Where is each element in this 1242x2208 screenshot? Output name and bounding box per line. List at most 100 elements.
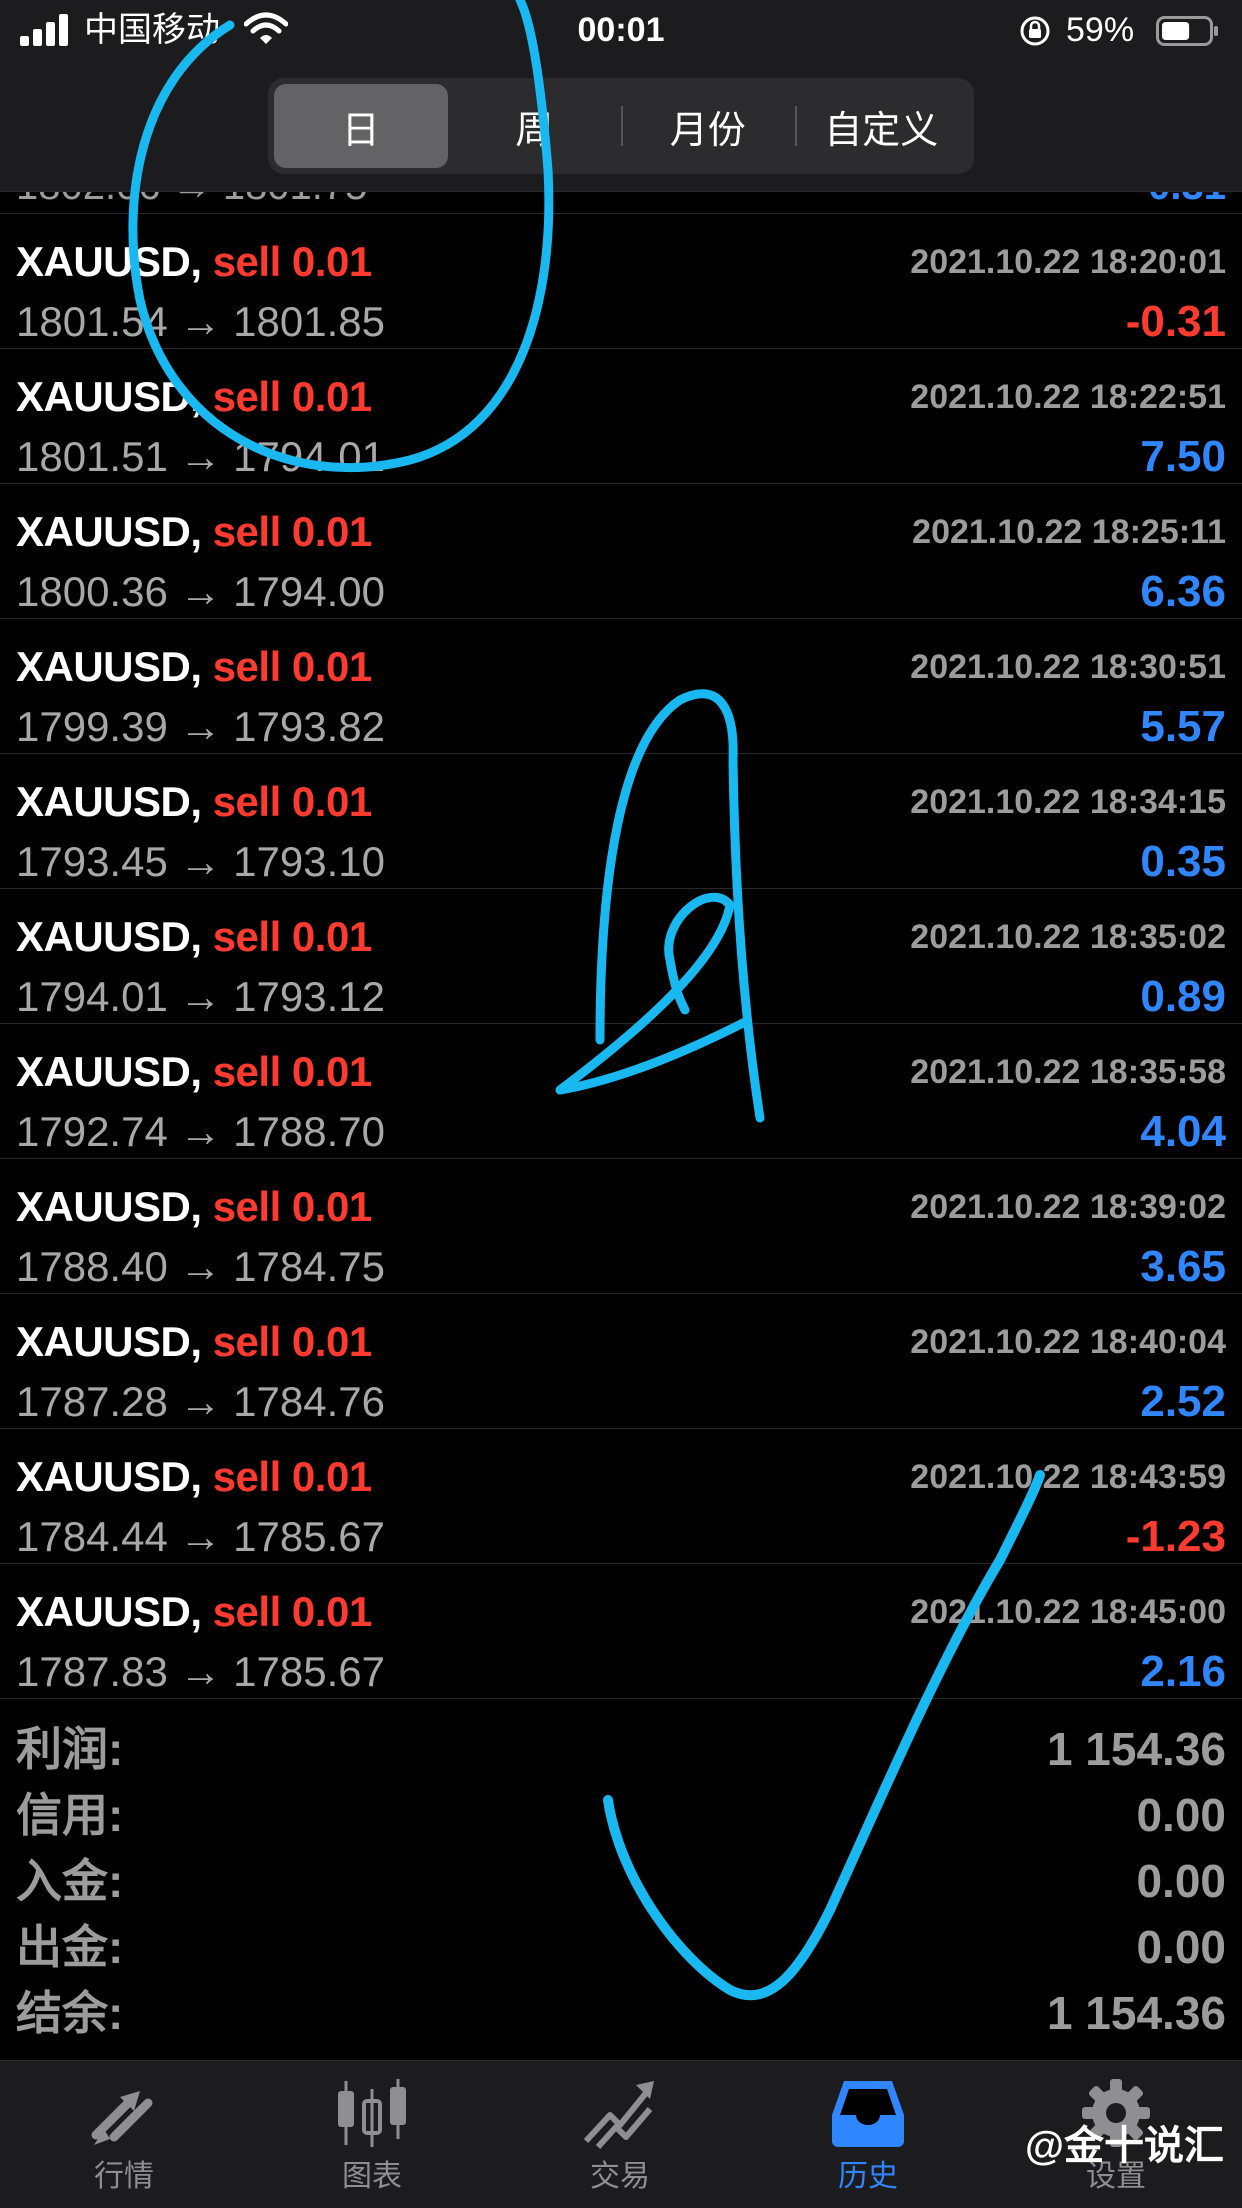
deal-prices: 1792.74 → 1788.70	[16, 1108, 385, 1155]
deal-time: 2021.10.22 18:22:51	[910, 378, 1226, 416]
table-row[interactable]: XAUUSD, sell 0.01 2021.10.22 18:43:59 1784…	[0, 1429, 1242, 1564]
table-row[interactable]: XAUUSD, sell 0.01 2021.10.22 18:35:02 1794…	[0, 889, 1242, 1024]
summary-credit-row: 信用: 0.00	[0, 1782, 1242, 1848]
deal-prices: 1784.44 → 1785.67	[16, 1513, 385, 1560]
deal-symbol: XAUUSD, sell 0.01	[16, 913, 372, 961]
table-row[interactable]: XAUUSD, sell 0.01 2021.10.22 18:25:11 1800…	[0, 484, 1242, 619]
deal-prices: 1800.36 → 1794.00	[16, 568, 385, 615]
deal-time: 2021.10.22 18:35:02	[910, 918, 1226, 956]
deal-prices: 1802.06 → 1801.75	[16, 192, 367, 209]
tab-trade[interactable]: 交易	[520, 2075, 720, 2205]
deal-time: 2021.10.22 18:39:02	[910, 1188, 1226, 1226]
deal-symbol-name: XAUUSD,	[16, 913, 202, 960]
tab-label: 交易	[590, 2160, 650, 2193]
deal-side: sell 0.01	[212, 1588, 372, 1635]
battery-percent: 59%	[1066, 11, 1135, 49]
table-row[interactable]: XAUUSD, sell 0.01 2021.10.22 18:22:51 1801…	[0, 349, 1242, 484]
orientation-lock-icon	[1020, 16, 1050, 46]
deal-symbol: XAUUSD, sell 0.01	[16, 1318, 372, 1366]
deal-symbol-name: XAUUSD,	[16, 508, 202, 555]
deal-symbol: XAUUSD, sell 0.01	[16, 508, 372, 556]
deal-time: 2021.10.22 18:45:00	[910, 1593, 1226, 1631]
history-header: 日 周 月份 自定义	[0, 62, 1242, 192]
deal-symbol: XAUUSD, sell 0.01	[16, 1048, 372, 1096]
deal-profit: 0.31	[1148, 192, 1226, 209]
deal-profit: -1.23	[1125, 1512, 1226, 1561]
account-summary: 利润: 1 154.36 信用: 0.00 入金: 0.00 出金: 0.00 …	[0, 1716, 1242, 2046]
table-row[interactable]: XAUUSD, sell 0.01 2021.10.22 18:35:58 1792…	[0, 1024, 1242, 1159]
battery-icon	[1156, 16, 1218, 46]
deal-symbol-name: XAUUSD,	[16, 643, 202, 690]
table-row-partial[interactable]: 1802.06 → 1801.75 0.31	[0, 192, 1242, 214]
summary-deposit-row: 入金: 0.00	[0, 1848, 1242, 1914]
deal-prices: 1794.01 → 1793.12	[16, 973, 385, 1020]
table-row[interactable]: XAUUSD, sell 0.01 2021.10.22 18:40:04 1787…	[0, 1294, 1242, 1429]
deal-symbol: XAUUSD, sell 0.01	[16, 238, 372, 286]
tab-history[interactable]: 历史	[768, 2075, 968, 2205]
tab-charts[interactable]: 图表	[272, 2075, 472, 2205]
deal-symbol-name: XAUUSD,	[16, 1048, 202, 1095]
deal-prices: 1799.39 → 1793.82	[16, 703, 385, 750]
summary-label: 入金:	[16, 1855, 124, 1907]
candlestick-chart-icon	[338, 2079, 406, 2147]
deal-side: sell 0.01	[212, 1183, 372, 1230]
deal-time: 2021.10.22 18:40:04	[910, 1323, 1226, 1361]
deal-symbol-name: XAUUSD,	[16, 1183, 202, 1230]
deal-side: sell 0.01	[212, 373, 372, 420]
deal-profit: 0.35	[1140, 837, 1226, 886]
segment-day[interactable]: 日	[274, 84, 448, 168]
tab-label: 行情	[94, 2160, 154, 2193]
deal-symbol-name: XAUUSD,	[16, 1453, 202, 1500]
deal-symbol-name: XAUUSD,	[16, 373, 202, 420]
deal-side: sell 0.01	[212, 778, 372, 825]
deal-profit: 2.16	[1140, 1647, 1226, 1696]
table-row[interactable]: XAUUSD, sell 0.01 2021.10.22 18:30:51 1799…	[0, 619, 1242, 754]
deal-side: sell 0.01	[212, 643, 372, 690]
table-row[interactable]: XAUUSD, sell 0.01 2021.10.22 18:20:01 1801…	[0, 214, 1242, 349]
deal-symbol: XAUUSD, sell 0.01	[16, 373, 372, 421]
period-segmented-control: 日 周 月份 自定义	[268, 78, 974, 174]
watermark: @金十说汇	[1024, 2124, 1224, 2168]
trade-trend-icon	[583, 2081, 654, 2150]
deal-side: sell 0.01	[212, 1048, 372, 1095]
deals-list[interactable]: 1802.06 → 1801.75 0.31 XAUUSD, sell 0.01…	[0, 192, 1242, 1699]
summary-value: 1 154.36	[1046, 1987, 1226, 2039]
deal-symbol: XAUUSD, sell 0.01	[16, 643, 372, 691]
deal-time: 2021.10.22 18:25:11	[912, 513, 1226, 551]
segment-week[interactable]: 周	[448, 84, 622, 168]
deal-symbol: XAUUSD, sell 0.01	[16, 1588, 372, 1636]
deal-prices: 1788.40 → 1784.75	[16, 1243, 385, 1290]
deal-symbol: XAUUSD, sell 0.01	[16, 778, 372, 826]
summary-value: 0.00	[1136, 1789, 1226, 1841]
deal-profit: -0.31	[1125, 297, 1226, 346]
deal-prices: 1787.28 → 1784.76	[16, 1378, 385, 1425]
deal-time: 2021.10.22 18:20:01	[910, 243, 1226, 281]
deal-prices: 1787.83 → 1785.67	[16, 1648, 385, 1695]
deal-profit: 4.04	[1140, 1107, 1226, 1156]
deal-time: 2021.10.22 18:43:59	[910, 1458, 1226, 1496]
deal-time: 2021.10.22 18:30:51	[910, 648, 1226, 686]
deal-profit: 6.36	[1140, 567, 1226, 616]
deal-symbol: XAUUSD, sell 0.01	[16, 1453, 372, 1501]
summary-value: 0.00	[1136, 1855, 1226, 1907]
deal-side: sell 0.01	[212, 1453, 372, 1500]
table-row[interactable]: XAUUSD, sell 0.01 2021.10.22 18:39:02 1788…	[0, 1159, 1242, 1294]
table-row[interactable]: XAUUSD, sell 0.01 2021.10.22 18:45:00 1787…	[0, 1564, 1242, 1699]
segment-month[interactable]: 月份	[621, 84, 795, 168]
history-inbox-icon	[832, 2081, 904, 2147]
deal-profit: 2.52	[1140, 1377, 1226, 1426]
deal-time: 2021.10.22 18:34:15	[910, 783, 1226, 821]
deal-symbol: XAUUSD, sell 0.01	[16, 1183, 372, 1231]
summary-balance-row: 结余: 1 154.36	[0, 1980, 1242, 2046]
summary-value: 0.00	[1136, 1921, 1226, 1973]
segment-custom[interactable]: 自定义	[794, 84, 969, 168]
summary-label: 信用:	[16, 1789, 124, 1841]
deal-prices: 1801.51 → 1794.01	[16, 433, 385, 480]
deal-symbol-name: XAUUSD,	[16, 1588, 202, 1635]
deal-profit: 3.65	[1140, 1242, 1226, 1291]
summary-value: 1 154.36	[1046, 1723, 1226, 1775]
tab-quotes[interactable]: 行情	[24, 2075, 224, 2205]
summary-label: 出金:	[16, 1921, 124, 1973]
deal-symbol-name: XAUUSD,	[16, 778, 202, 825]
table-row[interactable]: XAUUSD, sell 0.01 2021.10.22 18:34:15 1793…	[0, 754, 1242, 889]
